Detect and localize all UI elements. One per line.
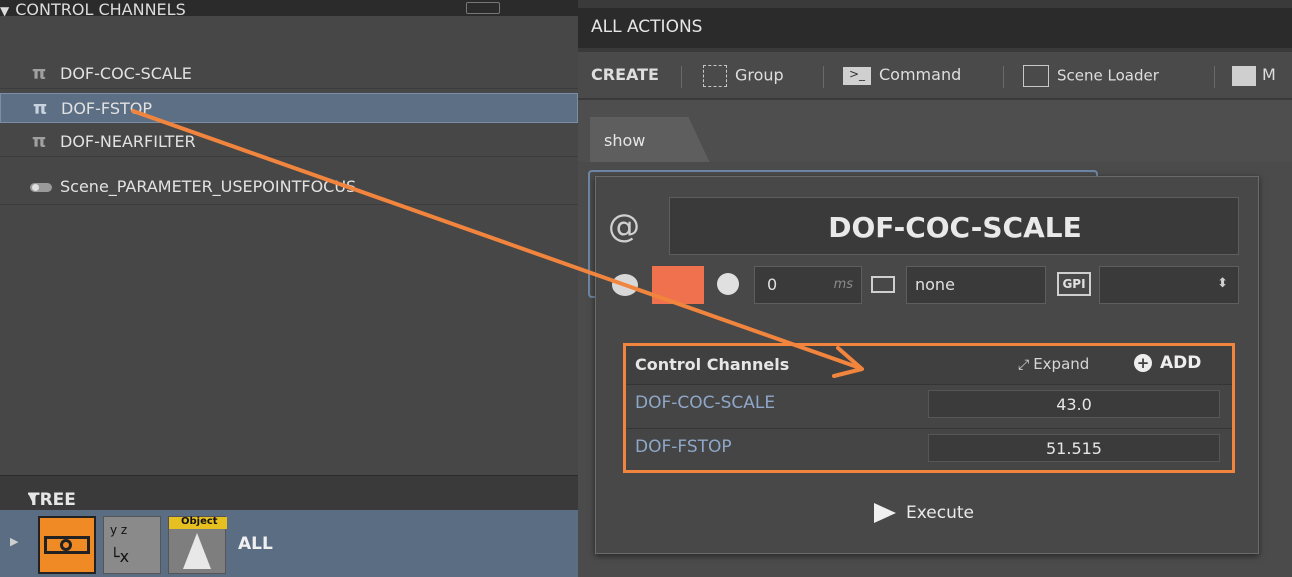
drag-annotation-arrow (131, 109, 864, 378)
